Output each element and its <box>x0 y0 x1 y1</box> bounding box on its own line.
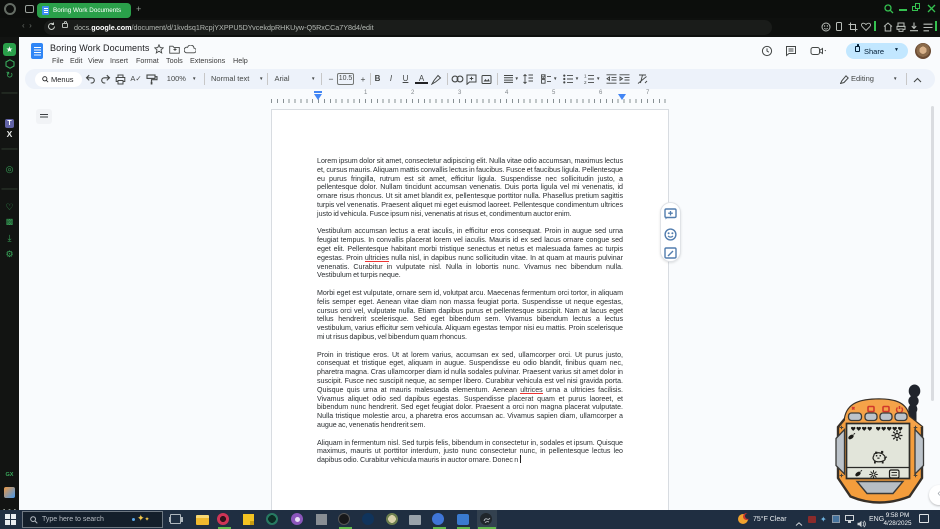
svg-text:2: 2 <box>584 80 587 84</box>
svg-text:1: 1 <box>584 74 587 79</box>
